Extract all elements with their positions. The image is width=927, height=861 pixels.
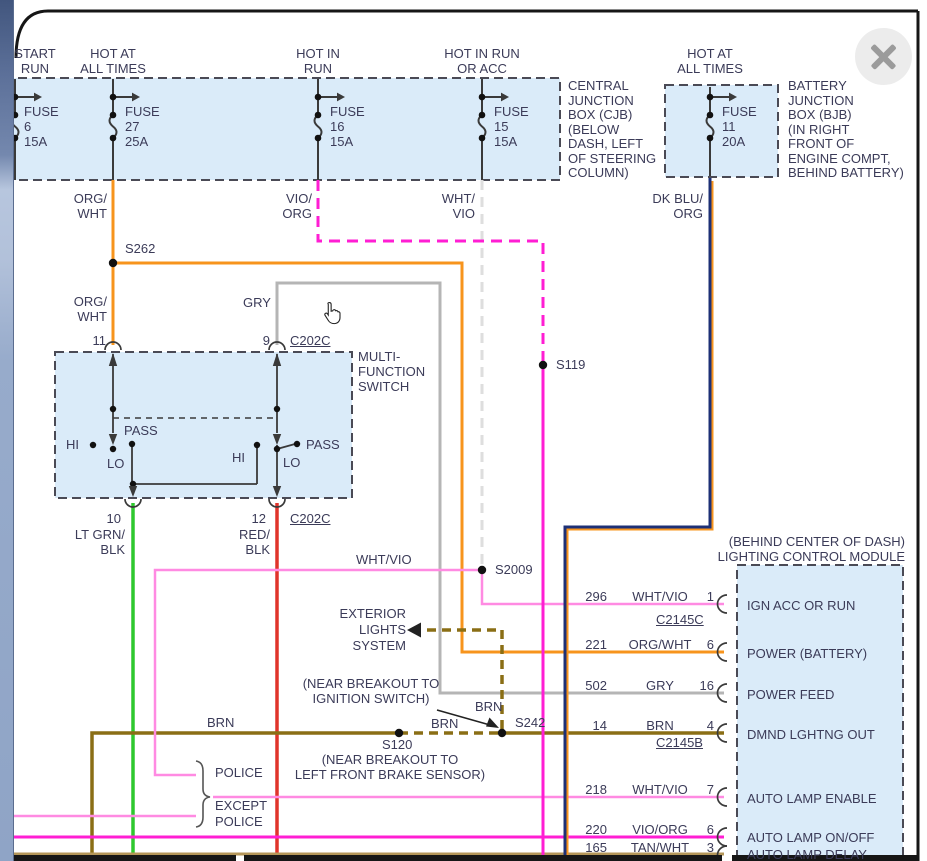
wire-label-org-wht-1: ORG/WHT [57,191,107,221]
pin-11: 11 [86,333,106,348]
except-police-label: EXCEPTPOLICE [215,798,267,830]
switch-left-lo: LO [107,456,124,471]
wire-label-lt-grn-blk: LT GRN/BLK [63,527,125,557]
lcm-label-auto-lamp-enable: AUTO LAMP ENABLE [747,791,877,806]
fuse-11-label: FUSE1120A [722,104,757,149]
wire-label-wht-vio-2: WHT/VIO [356,552,412,567]
power-label-hot-at-all-times-1: HOT ATALL TIMES [63,46,163,76]
wire-label-brn-b: BRN [431,716,458,731]
wire-label-org-wht-2: ORG/WHT [57,294,107,324]
splice-s262: S262 [125,241,155,256]
connector-c202c-top: C202C [290,333,330,348]
circuit-num-165: 165 [565,840,607,855]
lcm-pin-6a: 6 [690,637,714,652]
cjb-box [4,78,560,180]
lcm-label-ign-acc-or-run: IGN ACC OR RUN [747,598,855,613]
multifunction-switch-title: MULTI-FUNCTIONSWITCH [358,349,425,394]
wire-label-wht-vio: WHT/VIO [425,191,475,221]
switch-right-lo: LO [283,455,300,470]
lcm-pin-1: 1 [690,589,714,604]
fuse-16-label: FUSE1615A [330,104,365,149]
pin-9: 9 [250,333,270,348]
wire-label-dk-blu-org: DK BLU/ORG [633,191,703,221]
wire-label-brn-a: BRN [475,699,502,714]
wire-label-red-blk: RED/BLK [216,527,270,557]
lcm-pin-7: 7 [690,782,714,797]
switch-left-pass: PASS [124,423,158,438]
fuse-27-label: FUSE2725A [125,104,160,149]
ignition-switch-note: (NEAR BREAKOUT TOIGNITION SWITCH) [286,676,456,706]
circuit-num-14: 14 [565,718,607,733]
connector-c2145c: C2145C [656,612,704,627]
bjb-description: BATTERYJUNCTION BOX (BJB)(IN RIGHT FRONT… [788,79,904,181]
wire-label-gry: GRY [243,295,271,310]
power-label-hot-in-run-or-acc: HOT IN RUNOR ACC [422,46,542,76]
power-label-hot-at-all-times-2: HOT ATALL TIMES [660,46,760,76]
left-scrollbar[interactable] [0,0,14,861]
close-button[interactable] [855,28,912,85]
lcm-label-power-feed: POWER FEED [747,687,834,702]
circuit-num-296: 296 [565,589,607,604]
fuse-6-label: FUSE615A [24,104,59,149]
hand-pointer-cursor [320,300,347,327]
switch-right-hi: HI [232,450,245,465]
wire-label-vio-org: VIO/ORG [262,191,312,221]
circuit-num-220: 220 [565,822,607,837]
multifunction-switch-box [55,352,352,498]
lcm-label-auto-lamp-delay: AUTO LAMP DELAY [747,847,867,861]
switch-left-hi: HI [66,437,79,452]
splice-s120: S120 [382,737,412,752]
lcm-header: (BEHIND CENTER OF DASH)LIGHTING CONTROL … [600,534,905,564]
splice-s242: S242 [515,715,545,730]
lcm-pin-3: 3 [690,840,714,855]
circuit-num-218: 218 [565,782,607,797]
connector-c2145b: C2145B [656,735,703,750]
connector-c202c-bottom: C202C [290,511,330,526]
lcm-label-power-battery: POWER (BATTERY) [747,646,867,661]
brake-sensor-note: (NEAR BREAKOUT TOLEFT FRONT BRAKE SENSOR… [278,752,502,782]
switch-right-pass: PASS [306,437,340,452]
police-brace [196,761,210,827]
splice-s119: S119 [556,357,585,372]
pin-12: 12 [246,511,266,526]
wire-label-brn-c: BRN [207,715,234,730]
pin-10: 10 [101,511,121,526]
circuit-num-221: 221 [565,637,607,652]
power-label-hot-in-run: HOT INRUN [268,46,368,76]
cjb-description: CENTRALJUNCTION BOX (CJB)(BELOW DASH, LE… [568,79,656,181]
exterior-lights-arrow [407,623,421,638]
splice-s2009: S2009 [495,562,533,577]
lcm-label-auto-lamp-on-off: AUTO LAMP ON/OFF [747,830,874,845]
lcm-label-dmnd-lghtng-out: DMND LGHTNG OUT [747,727,875,742]
exterior-lights-note: EXTERIORLIGHTSSYSTEM [330,606,406,654]
wire-dk-blu-org [565,178,713,861]
circuit-num-502: 502 [565,678,607,693]
lcm-pin-4: 4 [690,718,714,733]
police-label: POLICE [215,765,263,780]
lcm-pin-16: 16 [690,678,714,693]
wiring-diagram-page: STARTRUN HOT ATALL TIMES HOT INRUN HOT I… [0,0,927,861]
lcm-pin-6b: 6 [690,822,714,837]
fuse-15-label: FUSE1515A [494,104,529,149]
